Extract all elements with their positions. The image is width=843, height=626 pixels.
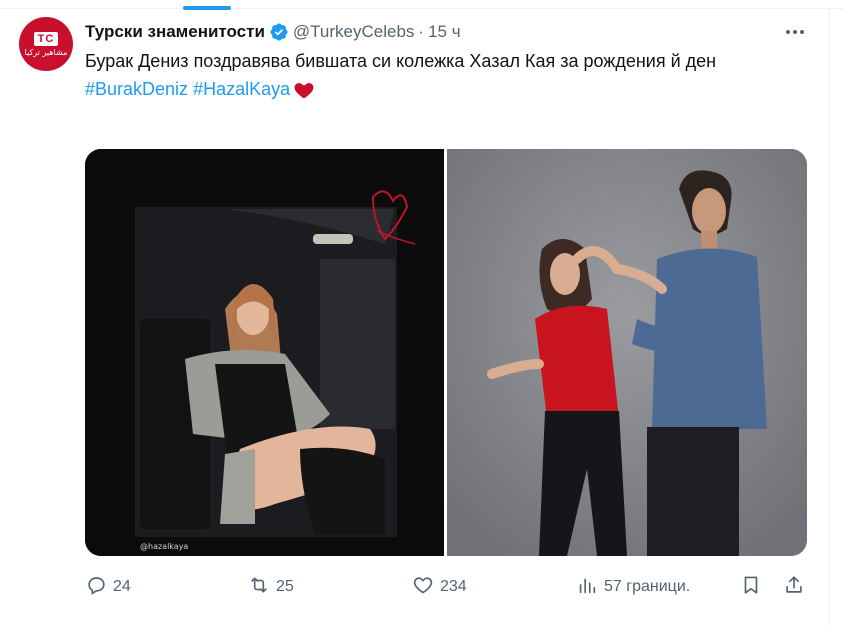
hashtag-link[interactable]: #HazalKaya [193, 77, 290, 102]
like-heart-icon [412, 574, 434, 601]
views-bar-chart-icon [576, 574, 598, 601]
avatar-logo-text: TC [33, 31, 59, 46]
photo-watermark: @hazalkaya [140, 542, 189, 551]
reply-icon [85, 574, 107, 601]
share-icon [783, 574, 805, 601]
views-count: 57 граници. [604, 578, 691, 595]
reply-button[interactable]: 24 [85, 570, 131, 604]
photo-left-illustration [85, 149, 444, 556]
author-display-name[interactable]: Турски знаменитости [85, 22, 265, 42]
tweet-text: Бурак Дениз поздравява бившата си колежк… [85, 51, 717, 71]
top-divider [0, 8, 843, 9]
photo-burak-hazal[interactable] [447, 149, 807, 556]
timeline-border [829, 8, 830, 626]
separator-dot: · [418, 22, 425, 41]
author-handle[interactable]: @TurkeyCelebs [293, 22, 415, 42]
retweet-icon [248, 574, 270, 601]
tweet-media[interactable]: @hazalkaya [85, 149, 807, 556]
photo-hazal-kaya[interactable]: @hazalkaya [85, 149, 444, 556]
author-avatar[interactable]: TC مشاهير تركيا [19, 17, 73, 71]
active-tab-indicator [183, 6, 231, 10]
tweet-actions-bar: 24 25 234 57 граници. [85, 570, 810, 604]
retweet-count: 25 [276, 578, 294, 595]
avatar-logo-subtext: مشاهير تركيا [24, 47, 68, 57]
share-button[interactable] [783, 570, 805, 604]
bookmark-button[interactable] [740, 570, 762, 604]
retweet-button[interactable]: 25 [248, 570, 294, 604]
bookmark-icon [740, 574, 762, 601]
photo-right-illustration [447, 149, 807, 556]
tweet-header: Турски знаменитости @TurkeyCelebs · 15 ч [85, 20, 461, 44]
like-count: 234 [440, 578, 467, 595]
verified-badge-icon[interactable] [269, 22, 289, 42]
like-button[interactable]: 234 [412, 570, 467, 604]
hashtag-link[interactable]: #BurakDeniz [85, 77, 188, 102]
more-dots-icon[interactable] [782, 22, 808, 42]
views-button[interactable]: 57 граници. [576, 570, 690, 604]
hashtag-line: #BurakDeniz #HazalKaya [85, 77, 315, 102]
red-heart-emoji [293, 79, 315, 101]
reply-count: 24 [113, 578, 131, 595]
tweet-timestamp[interactable]: 15 ч [428, 22, 461, 42]
